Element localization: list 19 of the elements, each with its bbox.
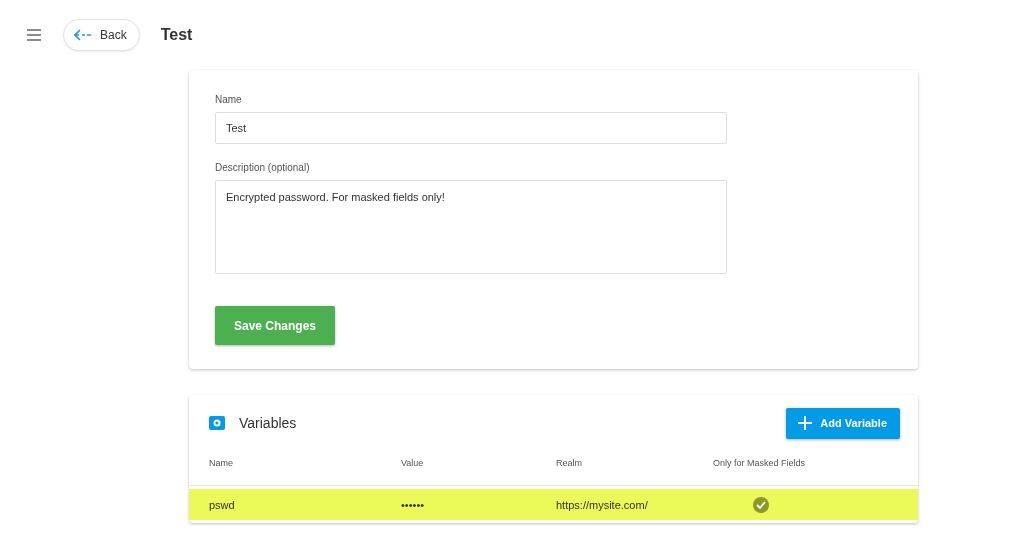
column-header: Realm: [556, 458, 583, 468]
menu-icon[interactable]: [26, 29, 42, 41]
plus-icon: [798, 416, 813, 430]
field-label: Name: [215, 94, 243, 105]
column-header: Value: [401, 458, 425, 468]
arrow-left-icon: [74, 29, 92, 41]
table-cell-text: https://mysite.com/: [556, 498, 649, 511]
table-cell-text: ••••••: [401, 498, 426, 511]
table-cell-text: pswd: [209, 498, 236, 511]
back-button[interactable]: Back: [63, 19, 140, 51]
safe-icon: [209, 415, 225, 431]
table-row[interactable]: pswd •••••• https://mysite.com/: [189, 489, 918, 520]
name-field[interactable]: Test: [215, 112, 727, 144]
column-header: Only for Masked Fields: [713, 458, 807, 468]
page-title: Test: [160, 26, 193, 44]
description-field[interactable]: Encrypted password. For masked fields only!: [215, 180, 727, 274]
section-title: Variables: [239, 415, 298, 431]
column-header: Name: [209, 458, 234, 468]
field-label: Description (optional): [215, 162, 311, 173]
